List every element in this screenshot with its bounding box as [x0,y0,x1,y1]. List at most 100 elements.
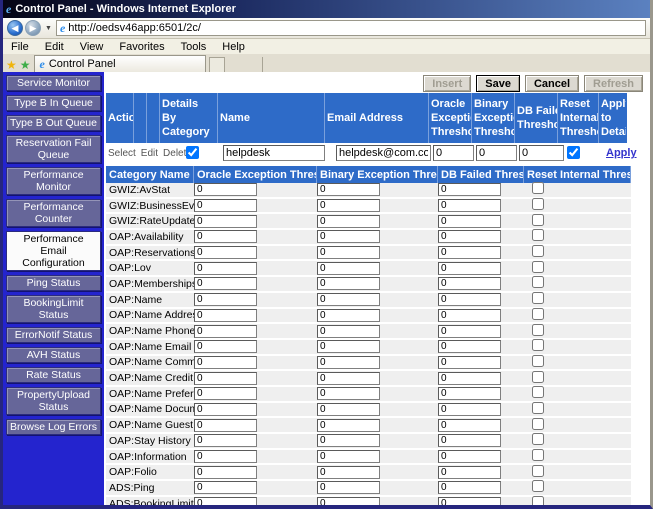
cancel-button[interactable]: Cancel [525,75,579,92]
email-address-input[interactable] [336,145,431,161]
reset-internal-checkbox[interactable] [532,418,544,430]
reset-internal-checkbox[interactable] [532,214,544,226]
db-failed-threshold-input[interactable] [438,356,501,369]
sidebar-item-bookinglimit-status[interactable]: BookingLimit Status [6,295,101,323]
binary-threshold-input[interactable] [317,246,380,259]
sidebar-item-service-monitor[interactable]: Service Monitor [6,75,101,91]
binary-threshold-input[interactable] [317,450,380,463]
binary-threshold-input[interactable] [317,277,380,290]
oracle-threshold-input[interactable] [194,277,257,290]
sidebar-item-browse-log-errors[interactable]: Browse Log Errors [6,419,101,435]
binary-threshold-input[interactable] [317,387,380,400]
db-failed-threshold-input[interactable] [438,403,501,416]
reset-internal-checkbox[interactable] [532,245,544,257]
oracle-threshold-input[interactable] [194,450,257,463]
menu-help[interactable]: Help [214,41,253,53]
oracle-threshold-input[interactable] [194,293,257,306]
db-failed-threshold-input[interactable] [438,387,501,400]
reset-internal-checkbox[interactable] [532,386,544,398]
oracle-threshold-input[interactable] [194,262,257,275]
db-failed-threshold-input[interactable] [438,340,501,353]
db-failed-threshold-input[interactable] [438,183,501,196]
binary-threshold-input[interactable] [317,262,380,275]
db-failed-threshold-input[interactable] [438,481,501,494]
reset-internal-checkbox[interactable] [532,433,544,445]
reset-internal-checkbox[interactable] [532,496,544,505]
oracle-threshold-input[interactable] [194,183,257,196]
sidebar-item-performance-counter[interactable]: Performance Counter [6,199,101,227]
binary-threshold-input[interactable] [317,466,380,479]
reset-internal-checkbox[interactable] [532,480,544,492]
oracle-threshold-input[interactable] [194,215,257,228]
db-failed-threshold-input[interactable] [438,419,501,432]
sidebar-item-type-b-out-queue[interactable]: Type B Out Queue [6,115,101,131]
db-failed-threshold-input[interactable] [438,215,501,228]
binary-threshold-input[interactable] [317,293,380,306]
oracle-threshold-input[interactable] [194,372,257,385]
sidebar-item-performance-email-configuration[interactable]: Performance Email Configuration [6,231,101,271]
binary-threshold-input[interactable] [476,145,517,161]
sidebar-item-type-b-in-queue[interactable]: Type B In Queue [6,95,101,111]
binary-threshold-input[interactable] [317,434,380,447]
sidebar-item-avh-status[interactable]: AVH Status [6,347,101,363]
binary-threshold-input[interactable] [317,325,380,338]
sidebar-item-propertyupload-status[interactable]: PropertyUpload Status [6,387,101,415]
forward-button[interactable]: ▶ [25,20,41,36]
oracle-threshold-input[interactable] [194,434,257,447]
oracle-threshold-input[interactable] [194,497,257,505]
reset-internal-checkbox[interactable] [532,355,544,367]
db-failed-threshold-input[interactable] [438,466,501,479]
binary-threshold-input[interactable] [317,419,380,432]
db-failed-threshold-input[interactable] [438,372,501,385]
reset-internal-checkbox[interactable] [532,371,544,383]
reset-internal-checkbox[interactable] [532,402,544,414]
sidebar-item-rate-status[interactable]: Rate Status [6,367,101,383]
reset-internal-checkbox[interactable] [532,182,544,194]
oracle-threshold-input[interactable] [194,340,257,353]
menu-edit[interactable]: Edit [37,41,72,53]
db-failed-threshold-input[interactable] [438,497,501,505]
db-failed-threshold-input[interactable] [438,309,501,322]
oracle-threshold-input[interactable] [194,419,257,432]
reset-internal-checkbox[interactable] [532,339,544,351]
binary-threshold-input[interactable] [317,372,380,385]
oracle-threshold-input[interactable] [194,199,257,212]
oracle-threshold-input[interactable] [194,356,257,369]
oracle-threshold-input[interactable] [194,325,257,338]
oracle-threshold-input[interactable] [194,466,257,479]
reset-internal-checkbox[interactable] [532,229,544,241]
binary-threshold-input[interactable] [317,309,380,322]
binary-threshold-input[interactable] [317,403,380,416]
edit-link[interactable]: Edit [141,148,158,159]
db-failed-threshold-input[interactable] [438,450,501,463]
menu-view[interactable]: View [72,41,112,53]
menu-tools[interactable]: Tools [173,41,215,53]
sidebar-item-performance-monitor[interactable]: Performance Monitor [6,167,101,195]
oracle-threshold-input[interactable] [194,246,257,259]
binary-threshold-input[interactable] [317,481,380,494]
oracle-threshold-input[interactable] [194,387,257,400]
binary-threshold-input[interactable] [317,356,380,369]
menu-file[interactable]: File [3,41,37,53]
db-failed-threshold-input[interactable] [438,262,501,275]
tab-control-panel[interactable]: e Control Panel [34,55,206,72]
apply-link[interactable]: Apply [606,147,637,159]
db-failed-threshold-input[interactable] [519,145,564,161]
oracle-threshold-input[interactable] [194,309,257,322]
reset-internal-checkbox[interactable] [532,292,544,304]
db-failed-threshold-input[interactable] [438,230,501,243]
db-failed-threshold-input[interactable] [438,246,501,259]
name-input[interactable] [223,145,325,161]
reset-internal-checkbox[interactable] [532,198,544,210]
url-field[interactable]: e http://oedsv46app:6501/2c/ [56,20,646,36]
binary-threshold-input[interactable] [317,215,380,228]
binary-threshold-input[interactable] [317,199,380,212]
save-button[interactable]: Save [476,75,520,92]
add-favorite-icon[interactable]: ★ [20,58,31,72]
db-failed-threshold-input[interactable] [438,199,501,212]
back-button[interactable]: ◀ [7,20,23,36]
oracle-threshold-input[interactable] [194,230,257,243]
db-failed-threshold-input[interactable] [438,277,501,290]
binary-threshold-input[interactable] [317,183,380,196]
binary-threshold-input[interactable] [317,230,380,243]
